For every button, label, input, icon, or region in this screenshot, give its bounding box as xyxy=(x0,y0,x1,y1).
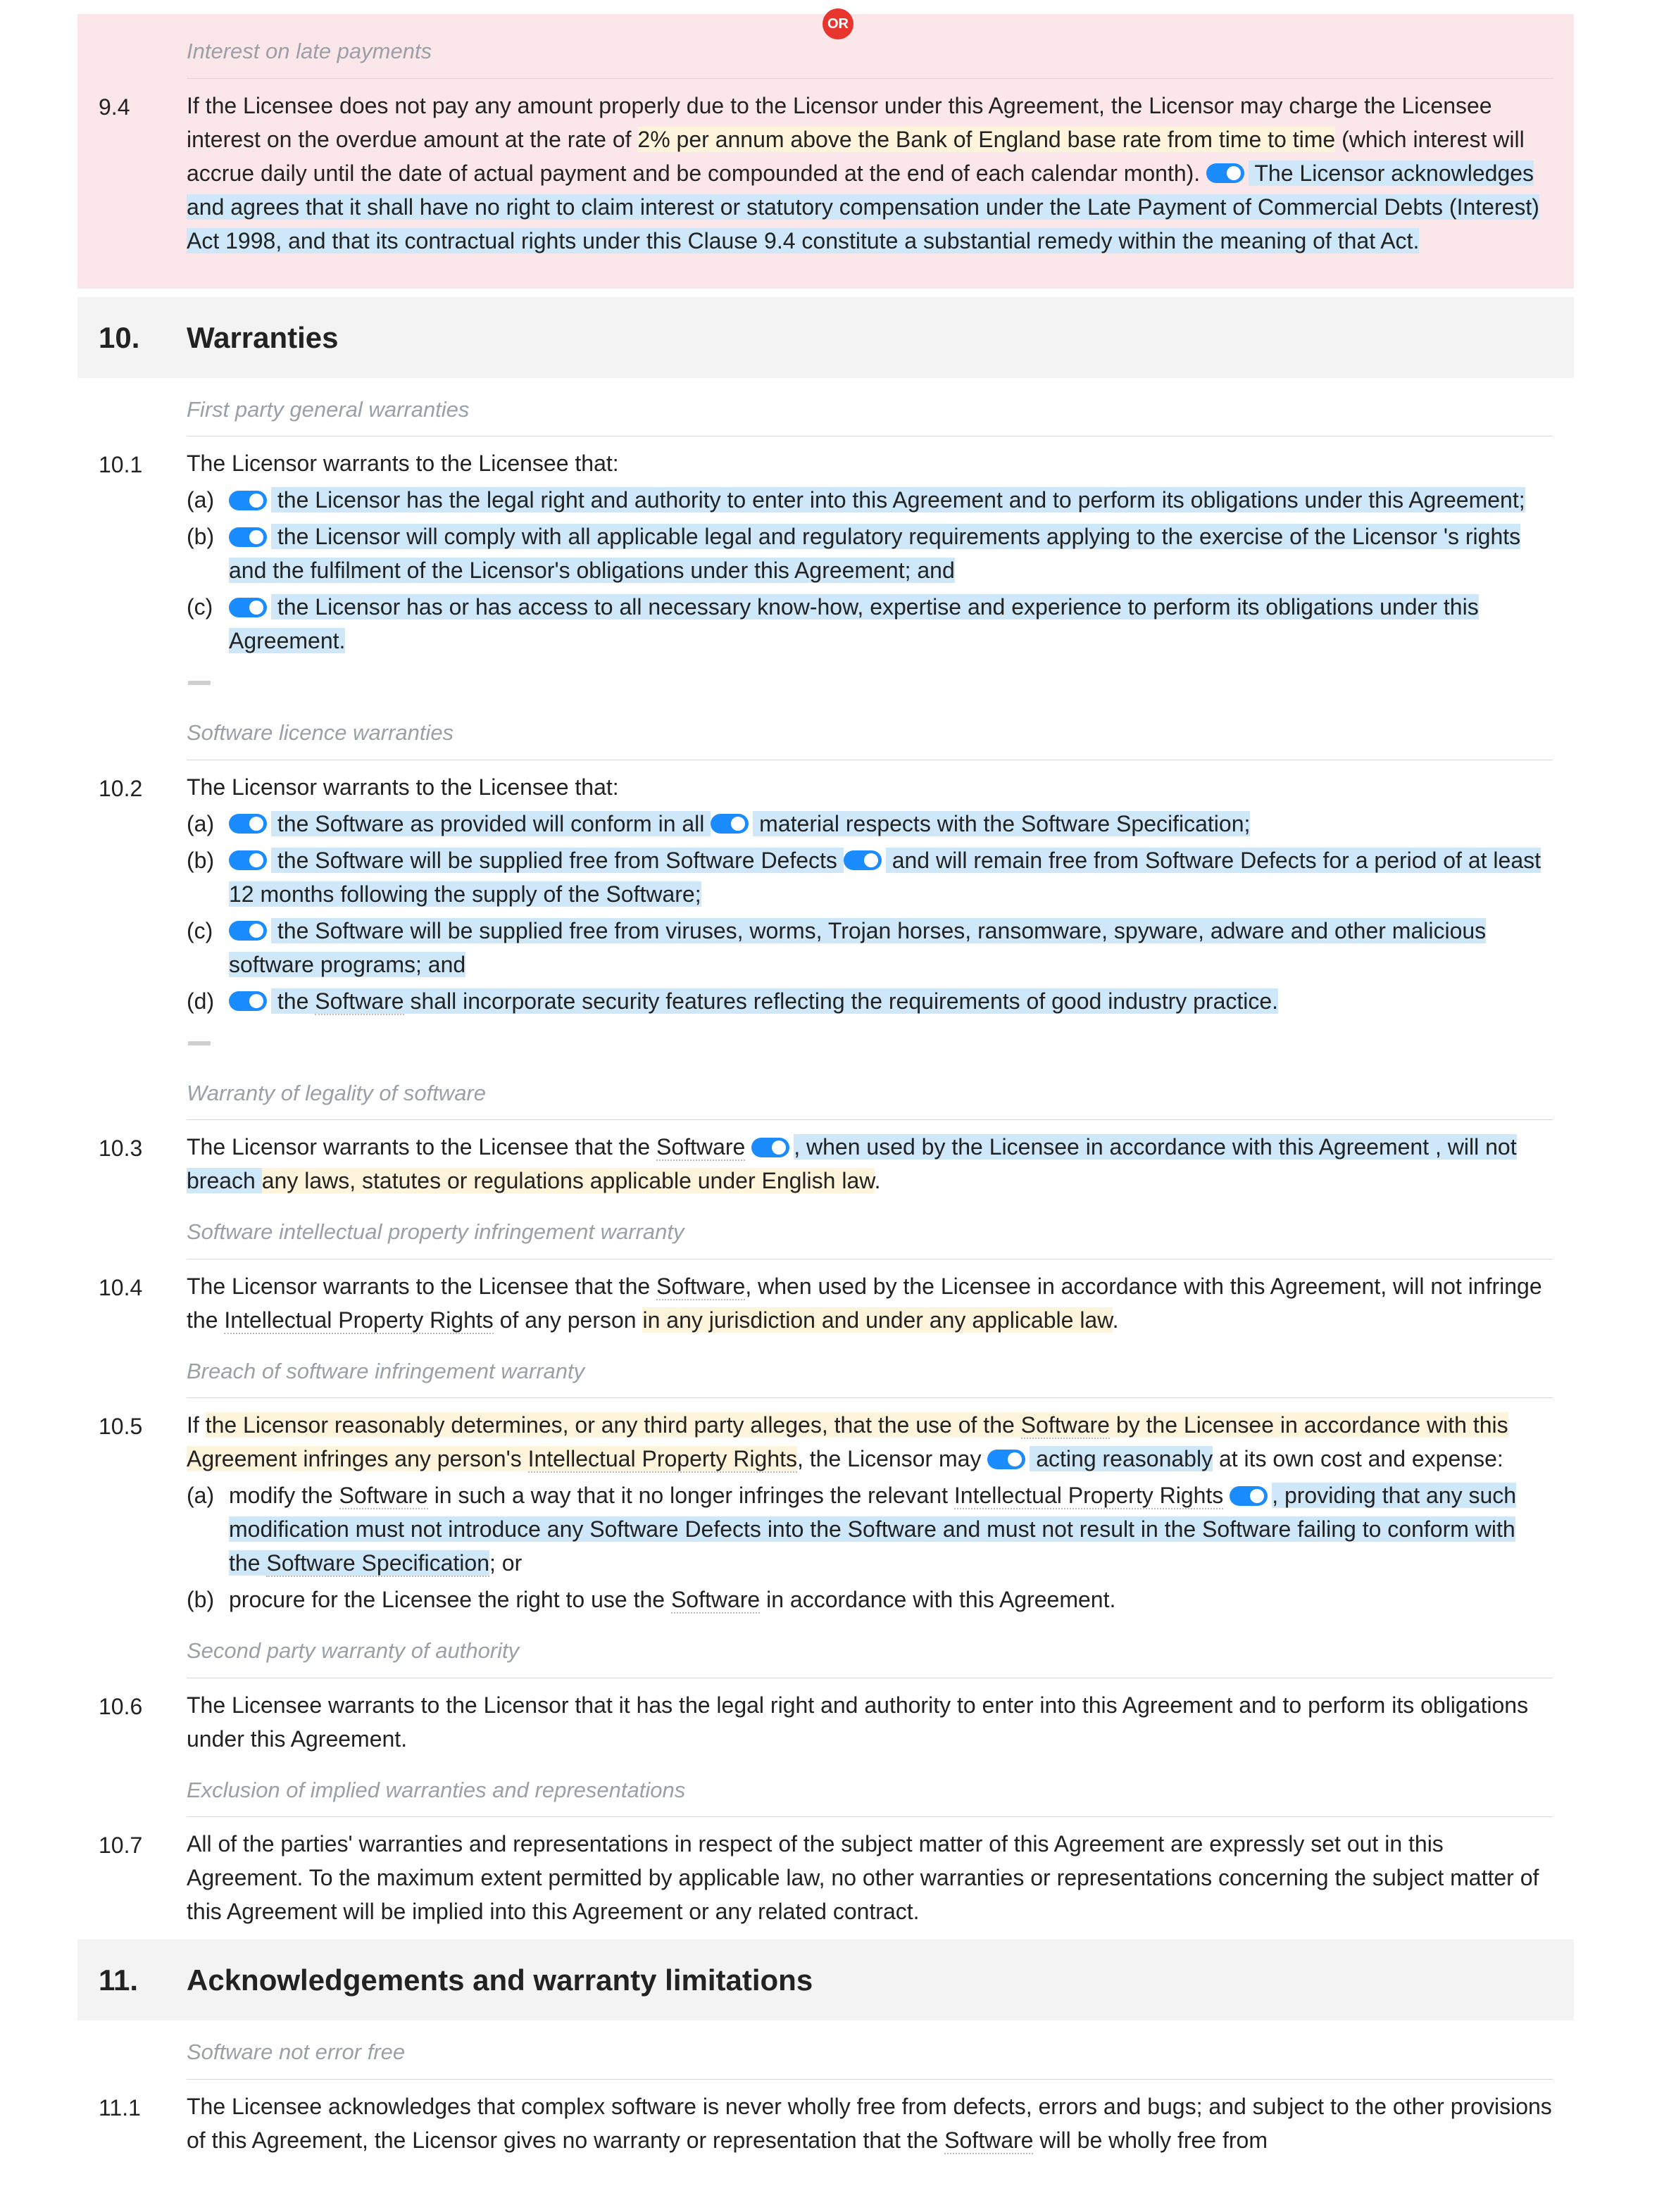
sub-letter: (b) xyxy=(187,1583,229,1616)
clause-number: 9.4 xyxy=(99,89,187,124)
clause-note: Software intellectual property infringem… xyxy=(187,1209,1553,1259)
toggle-switch[interactable] xyxy=(987,1450,1025,1469)
clause-note: Software licence warranties xyxy=(187,710,1553,760)
defined-term[interactable]: Software xyxy=(315,988,404,1015)
clause-10-4: 10.4 The Licensor warrants to the Licens… xyxy=(99,1269,1553,1337)
sub-letter: (a) xyxy=(187,1478,229,1512)
toggle-switch[interactable] xyxy=(229,527,267,547)
optional-text: the Licensor has the legal right and aut… xyxy=(271,487,1525,513)
sub-letter: (c) xyxy=(187,914,229,948)
toggle-switch[interactable] xyxy=(229,921,267,941)
clause-10-6: 10.6 The Licensee warrants to the Licens… xyxy=(99,1688,1553,1756)
clause-number: 10.1 xyxy=(99,446,187,482)
editable-text[interactable]: in any jurisdiction and under any applic… xyxy=(642,1307,1112,1333)
clause-note: First party general warranties xyxy=(187,387,1553,437)
toggle-switch[interactable] xyxy=(844,850,882,870)
defined-term[interactable]: Software xyxy=(671,1587,760,1614)
section-title: Acknowledgements and warranty limitation… xyxy=(187,1958,813,2002)
clause-body: The Licensor warrants to the Licensee th… xyxy=(187,1269,1553,1337)
defined-term[interactable]: Software xyxy=(339,1483,428,1509)
add-item-button[interactable] xyxy=(187,1031,212,1056)
defined-term[interactable]: Intellectual Property Rights xyxy=(528,1446,797,1473)
defined-term[interactable]: Software xyxy=(944,2128,1033,2154)
defined-term[interactable]: Intellectual Property Rights xyxy=(224,1307,493,1334)
optional-text: the Software will be supplied free from … xyxy=(271,848,844,873)
sub-letter: (b) xyxy=(187,520,229,553)
clause-body: The Licensor warrants to the Licensee th… xyxy=(187,1130,1553,1198)
section-11-heading: 11. Acknowledgements and warranty limita… xyxy=(77,1940,1574,2021)
section-10-heading: 10. Warranties xyxy=(77,297,1574,378)
sub-letter: (d) xyxy=(187,984,229,1018)
clause-lead: If the Licensor reasonably determines, o… xyxy=(187,1408,1553,1476)
section-number: 10. xyxy=(99,315,187,360)
clause-note: Warranty of legality of software xyxy=(187,1070,1553,1121)
sub-body: modify the Software in such a way that i… xyxy=(229,1478,1553,1580)
clause-number: 10.4 xyxy=(99,1269,187,1305)
clause-10-3: 10.3 The Licensor warrants to the Licens… xyxy=(99,1130,1553,1198)
clause-number: 10.6 xyxy=(99,1688,187,1723)
clause-10-2: 10.2 The Licensor warrants to the Licens… xyxy=(99,770,1553,1059)
clause-number: 10.3 xyxy=(99,1130,187,1165)
clause-10-7: 10.7 All of the parties' warranties and … xyxy=(99,1827,1553,1928)
clause-10-5: 10.5 If the Licensor reasonably determin… xyxy=(99,1408,1553,1616)
clause-10-1: 10.1 The Licensor warrants to the Licens… xyxy=(99,446,1553,698)
clause-lead: The Licensor warrants to the Licensee th… xyxy=(187,446,1553,480)
document-page: Interest on late payments 9.4 If the Lic… xyxy=(0,0,1676,2197)
sub-body: procure for the Licensee the right to us… xyxy=(229,1583,1553,1616)
defined-term[interactable]: Software xyxy=(656,1274,745,1300)
clause-body: The Licensee warrants to the Licensor th… xyxy=(187,1688,1553,1756)
clause-note: Exclusion of implied warranties and repr… xyxy=(187,1767,1553,1818)
defined-term[interactable]: Software xyxy=(1021,1412,1110,1439)
toggle-switch[interactable] xyxy=(229,598,267,617)
optional-text: acting reasonably xyxy=(1030,1446,1213,1471)
clause-lead: The Licensor warrants to the Licensee th… xyxy=(187,770,1553,804)
clause-number: 11.1 xyxy=(99,2090,187,2125)
sub-letter: (a) xyxy=(187,483,229,517)
editable-text[interactable]: 2% per annum above the Bank of England b… xyxy=(637,127,1335,152)
clause-body: If the Licensee does not pay any amount … xyxy=(187,89,1553,258)
sub-letter: (c) xyxy=(187,590,229,624)
toggle-switch[interactable] xyxy=(229,991,267,1011)
clause-body: The Licensee acknowledges that complex s… xyxy=(187,2090,1553,2157)
section-number: 11. xyxy=(99,1958,187,2002)
optional-text: the Software as provided will conform in… xyxy=(271,811,711,836)
text: The Licensor warrants to the Licensee th… xyxy=(187,1134,656,1160)
clause-note: Interest on late payments xyxy=(187,28,1553,79)
sub-letter: (a) xyxy=(187,807,229,841)
section-title: Warranties xyxy=(187,315,339,360)
toggle-switch[interactable] xyxy=(1230,1486,1268,1506)
toggle-switch[interactable] xyxy=(711,814,749,834)
add-item-button[interactable] xyxy=(187,670,212,696)
optional-text: the Software will be supplied free from … xyxy=(229,918,1486,977)
clause-number: 10.2 xyxy=(99,770,187,805)
toggle-switch[interactable] xyxy=(229,491,267,510)
text: . xyxy=(875,1168,881,1193)
clause-number: 10.5 xyxy=(99,1408,187,1443)
toggle-switch[interactable] xyxy=(229,814,267,834)
optional-text: the Software shall incorporate security … xyxy=(271,988,1278,1014)
toggle-switch[interactable] xyxy=(229,850,267,870)
clause-number: 10.7 xyxy=(99,1827,187,1862)
clause-note: Breach of software infringement warranty xyxy=(187,1348,1553,1399)
sub-letter: (b) xyxy=(187,843,229,877)
optional-text: material respects with the Software Spec… xyxy=(753,811,1250,836)
or-badge: OR xyxy=(823,8,853,39)
defined-term[interactable]: Software Specification xyxy=(266,1550,489,1577)
clause-9-4-block: Interest on late payments 9.4 If the Lic… xyxy=(77,14,1574,289)
editable-text[interactable]: any laws, statutes or regulations applic… xyxy=(262,1168,875,1193)
toggle-switch[interactable] xyxy=(1206,163,1244,183)
optional-text: the Licensor has or has access to all ne… xyxy=(229,594,1479,653)
clause-body: All of the parties' warranties and repre… xyxy=(187,1827,1553,1928)
clause-11-1: 11.1 The Licensee acknowledges that comp… xyxy=(99,2090,1553,2157)
defined-term[interactable]: Software xyxy=(656,1134,745,1161)
defined-term[interactable]: Intellectual Property Rights xyxy=(954,1483,1223,1509)
optional-text: the Licensor will comply with all applic… xyxy=(229,524,1520,583)
toggle-switch[interactable] xyxy=(751,1138,789,1157)
clause-note: Software not error free xyxy=(187,2029,1553,2080)
clause-note: Second party warranty of authority xyxy=(187,1628,1553,1678)
